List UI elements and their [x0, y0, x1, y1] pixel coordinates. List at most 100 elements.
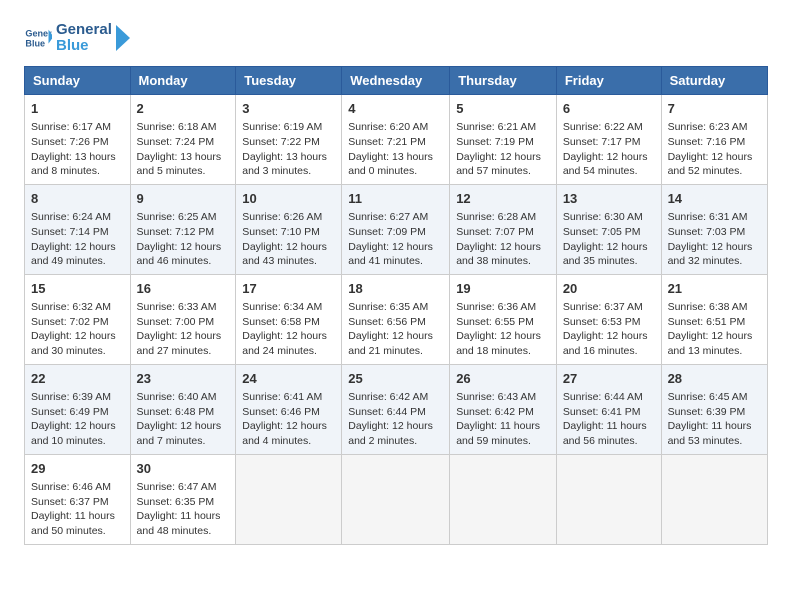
calendar-week-3: 15Sunrise: 6:32 AMSunset: 7:02 PMDayligh… — [25, 274, 768, 364]
calendar-cell: 22 Sunrise: 6:39 AM Sunset: 6:49 PM Dayligh… — [25, 364, 131, 454]
sunset-label: Sunset: 7:16 PM — [668, 136, 746, 148]
calendar-week-5: 29Sunrise: 6:46 AMSunset: 6:37 PMDayligh… — [25, 454, 768, 544]
daylight-label: Daylight: 13 hours and 5 minutes. — [137, 151, 222, 178]
svg-text:General: General — [25, 29, 52, 39]
sunset-label: Sunset: 7:03 PM — [668, 226, 746, 238]
logo-arrow-icon — [116, 20, 134, 56]
calendar-cell: 29Sunrise: 6:46 AMSunset: 6:37 PMDayligh… — [25, 454, 131, 544]
sunrise-label: Sunrise: 6:25 AM — [137, 211, 217, 223]
sunset-label: Sunset: 6:49 PM — [31, 406, 109, 418]
calendar-cell: 13Sunrise: 6:30 AMSunset: 7:05 PMDayligh… — [556, 184, 661, 274]
calendar-cell — [450, 454, 557, 544]
daylight-label: Daylight: 12 hours and 24 minutes. — [242, 330, 327, 357]
day-number: 7 — [668, 100, 761, 118]
sunset-label: Sunset: 6:44 PM — [348, 406, 426, 418]
day-number: 27 — [563, 370, 655, 388]
daylight-label: Daylight: 12 hours and 41 minutes. — [348, 241, 433, 268]
logo-icon: General Blue — [24, 24, 52, 52]
calendar-cell: 11Sunrise: 6:27 AMSunset: 7:09 PMDayligh… — [342, 184, 450, 274]
daylight-label: Daylight: 12 hours and 57 minutes. — [456, 151, 541, 178]
daylight-label: Daylight: 11 hours and 59 minutes. — [456, 420, 540, 447]
day-number: 13 — [563, 190, 655, 208]
daylight-label: Daylight: 11 hours and 48 minutes. — [137, 510, 221, 537]
sunset-label: Sunset: 6:51 PM — [668, 316, 746, 328]
daylight-label: Daylight: 12 hours and 10 minutes. — [31, 420, 116, 447]
sunrise-label: Sunrise: 6:46 AM — [31, 481, 111, 493]
calendar-cell: 26 Sunrise: 6:43 AM Sunset: 6:42 PM Dayligh… — [450, 364, 557, 454]
calendar-cell: 2Sunrise: 6:18 AMSunset: 7:24 PMDaylight… — [130, 95, 236, 185]
sunrise-label: Sunrise: 6:44 AM — [563, 391, 643, 403]
day-number: 22 — [31, 370, 124, 388]
day-number: 6 — [563, 100, 655, 118]
sunset-label: Sunset: 7:17 PM — [563, 136, 641, 148]
calendar-week-1: 1Sunrise: 6:17 AMSunset: 7:26 PMDaylight… — [25, 95, 768, 185]
day-number: 23 — [137, 370, 230, 388]
day-number: 26 — [456, 370, 550, 388]
calendar-cell: 5Sunrise: 6:21 AMSunset: 7:19 PMDaylight… — [450, 95, 557, 185]
calendar-cell: 20Sunrise: 6:37 AMSunset: 6:53 PMDayligh… — [556, 274, 661, 364]
day-number: 21 — [668, 280, 761, 298]
day-number: 19 — [456, 280, 550, 298]
day-number: 2 — [137, 100, 230, 118]
sunrise-label: Sunrise: 6:42 AM — [348, 391, 428, 403]
sunrise-label: Sunrise: 6:39 AM — [31, 391, 111, 403]
calendar-table: SundayMondayTuesdayWednesdayThursdayFrid… — [24, 66, 768, 545]
calendar-cell: 14Sunrise: 6:31 AMSunset: 7:03 PMDayligh… — [661, 184, 767, 274]
daylight-label: Daylight: 11 hours and 56 minutes. — [563, 420, 647, 447]
weekday-header-friday: Friday — [556, 67, 661, 95]
sunrise-label: Sunrise: 6:47 AM — [137, 481, 217, 493]
daylight-label: Daylight: 12 hours and 52 minutes. — [668, 151, 753, 178]
daylight-label: Daylight: 13 hours and 3 minutes. — [242, 151, 327, 178]
sunrise-label: Sunrise: 6:43 AM — [456, 391, 536, 403]
sunset-label: Sunset: 6:55 PM — [456, 316, 534, 328]
weekday-header-monday: Monday — [130, 67, 236, 95]
logo-subtext: Blue — [56, 38, 112, 55]
daylight-label: Daylight: 12 hours and 32 minutes. — [668, 241, 753, 268]
svg-text:Blue: Blue — [25, 38, 45, 48]
daylight-label: Daylight: 12 hours and 43 minutes. — [242, 241, 327, 268]
sunset-label: Sunset: 7:00 PM — [137, 316, 215, 328]
day-number: 28 — [668, 370, 761, 388]
day-number: 14 — [668, 190, 761, 208]
weekday-header-tuesday: Tuesday — [236, 67, 342, 95]
weekday-header-wednesday: Wednesday — [342, 67, 450, 95]
sunrise-label: Sunrise: 6:38 AM — [668, 301, 748, 313]
calendar-cell: 1Sunrise: 6:17 AMSunset: 7:26 PMDaylight… — [25, 95, 131, 185]
calendar-cell — [236, 454, 342, 544]
calendar-cell: 4Sunrise: 6:20 AMSunset: 7:21 PMDaylight… — [342, 95, 450, 185]
sunset-label: Sunset: 7:09 PM — [348, 226, 426, 238]
calendar-header-row: SundayMondayTuesdayWednesdayThursdayFrid… — [25, 67, 768, 95]
sunrise-label: Sunrise: 6:33 AM — [137, 301, 217, 313]
day-number: 5 — [456, 100, 550, 118]
calendar-week-4: 22 Sunrise: 6:39 AM Sunset: 6:49 PM Dayligh… — [25, 364, 768, 454]
sunrise-label: Sunrise: 6:26 AM — [242, 211, 322, 223]
calendar-cell: 12 Sunrise: 6:28 AM Sunset: 7:07 PM Dayligh… — [450, 184, 557, 274]
calendar-cell: 25Sunrise: 6:42 AMSunset: 6:44 PMDayligh… — [342, 364, 450, 454]
daylight-label: Daylight: 12 hours and 46 minutes. — [137, 241, 222, 268]
sunset-label: Sunset: 6:42 PM — [456, 406, 534, 418]
day-number: 17 — [242, 280, 335, 298]
calendar-cell: 24Sunrise: 6:41 AMSunset: 6:46 PMDayligh… — [236, 364, 342, 454]
day-number: 8 — [31, 190, 124, 208]
sunset-label: Sunset: 6:35 PM — [137, 496, 215, 508]
sunrise-label: Sunrise: 6:28 AM — [456, 211, 536, 223]
sunset-label: Sunset: 7:12 PM — [137, 226, 215, 238]
day-number: 30 — [137, 460, 230, 478]
daylight-label: Daylight: 12 hours and 2 minutes. — [348, 420, 433, 447]
day-number: 12 — [456, 190, 550, 208]
sunset-label: Sunset: 7:07 PM — [456, 226, 534, 238]
page-header: General Blue General Blue — [24, 20, 768, 56]
calendar-cell: 16Sunrise: 6:33 AMSunset: 7:00 PMDayligh… — [130, 274, 236, 364]
sunset-label: Sunset: 7:21 PM — [348, 136, 426, 148]
weekday-header-saturday: Saturday — [661, 67, 767, 95]
sunset-label: Sunset: 7:02 PM — [31, 316, 109, 328]
sunrise-label: Sunrise: 6:23 AM — [668, 121, 748, 133]
calendar-cell — [342, 454, 450, 544]
daylight-label: Daylight: 12 hours and 38 minutes. — [456, 241, 541, 268]
sunset-label: Sunset: 7:19 PM — [456, 136, 534, 148]
sunrise-label: Sunrise: 6:18 AM — [137, 121, 217, 133]
day-number: 3 — [242, 100, 335, 118]
sunrise-label: Sunrise: 6:45 AM — [668, 391, 748, 403]
calendar-cell: 30 Sunrise: 6:47 AM Sunset: 6:35 PM Dayligh… — [130, 454, 236, 544]
sunset-label: Sunset: 6:53 PM — [563, 316, 641, 328]
